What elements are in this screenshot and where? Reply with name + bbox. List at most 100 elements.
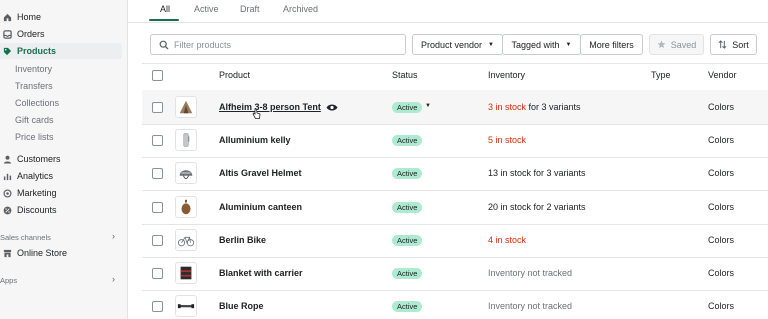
- target-icon: [2, 188, 12, 198]
- sidebar-item-home[interactable]: Home: [0, 9, 122, 25]
- row-checkbox[interactable]: [152, 268, 163, 279]
- inventory-cell: Inventory not tracked: [488, 301, 573, 311]
- orders-icon: [2, 29, 12, 39]
- product-thumbnail[interactable]: [175, 229, 197, 251]
- status-badge: Active: [392, 168, 423, 179]
- kelly-kettle-icon: [183, 133, 190, 147]
- status-badge: Active: [392, 102, 423, 113]
- status-badge: Active: [392, 268, 423, 279]
- table-divider: [142, 63, 768, 64]
- table-divider: [142, 157, 768, 158]
- saved-button[interactable]: Saved: [649, 34, 704, 55]
- tab-all[interactable]: All: [160, 4, 170, 14]
- dropdown-label: Tagged with: [511, 39, 560, 50]
- table-divider: [142, 224, 768, 225]
- status-badge: Active: [392, 235, 423, 246]
- vendor-cell: Colors: [708, 102, 735, 112]
- status-badge-label: Active: [397, 136, 418, 145]
- search-input[interactable]: [174, 39, 394, 50]
- product-thumbnail[interactable]: [175, 162, 197, 184]
- row-checkbox[interactable]: [152, 301, 163, 312]
- sidebar-item-inventory[interactable]: Inventory: [15, 64, 52, 74]
- status-badge: Active: [392, 301, 423, 312]
- sidebar-item-label: Online Store: [17, 248, 68, 258]
- divider: [128, 22, 768, 23]
- product-name-link[interactable]: Alluminium kelly: [219, 135, 291, 145]
- blanket-icon: [180, 266, 192, 280]
- tagged-with-dropdown[interactable]: Tagged with ▼: [502, 34, 581, 55]
- sidebar-item-gift-cards[interactable]: Gift cards: [15, 115, 54, 125]
- sidebar-item-orders[interactable]: Orders: [0, 26, 122, 42]
- sort-button[interactable]: Sort: [710, 34, 757, 55]
- status-badge-label: Active: [397, 302, 418, 311]
- product-name-link[interactable]: Alfheim 3-8 person Tent: [219, 102, 321, 112]
- tab-active[interactable]: Active: [194, 4, 219, 14]
- sidebar-item-transfers[interactable]: Transfers: [15, 81, 53, 91]
- tab-draft[interactable]: Draft: [240, 4, 260, 14]
- vendor-cell: Colors: [708, 235, 735, 245]
- column-header-type[interactable]: Type: [651, 70, 671, 80]
- cursor-hand-icon: [252, 108, 261, 119]
- column-header-inventory[interactable]: Inventory: [488, 70, 525, 80]
- sidebar-item-marketing[interactable]: Marketing: [0, 185, 122, 201]
- row-checkbox[interactable]: [152, 168, 163, 179]
- status-caret-icon[interactable]: ▼: [425, 103, 431, 109]
- product-thumbnail[interactable]: [175, 196, 197, 218]
- product-name-link[interactable]: Berlin Bike: [219, 235, 266, 245]
- sidebar-item-collections[interactable]: Collections: [15, 98, 59, 108]
- select-all-checkbox[interactable]: [152, 70, 163, 81]
- product-name-link[interactable]: Blue Rope: [219, 301, 264, 311]
- row-checkbox[interactable]: [152, 235, 163, 246]
- store-icon: [2, 248, 12, 258]
- sidebar-item-label: Analytics: [17, 171, 54, 181]
- product-name-link[interactable]: Aluminium canteen: [219, 202, 302, 212]
- eye-icon[interactable]: [326, 103, 338, 112]
- inventory-cell: 13 in stock for 3 variants: [488, 168, 586, 178]
- inventory-detail: for 3 variants: [526, 102, 581, 112]
- sidebar-item-customers[interactable]: Customers: [0, 151, 122, 167]
- table-divider: [142, 257, 768, 258]
- status-badge: Active: [392, 202, 423, 213]
- rope-icon: [177, 304, 195, 309]
- inventory-critical: 5 in stock: [488, 135, 527, 145]
- product-thumbnail[interactable]: [175, 295, 197, 317]
- row-checkbox[interactable]: [152, 202, 163, 213]
- tab-selected-indicator: [149, 19, 179, 21]
- sort-icon: [718, 40, 727, 49]
- vendor-cell: Colors: [708, 301, 735, 311]
- sidebar-item-discounts[interactable]: Discounts: [0, 202, 122, 218]
- product-vendor-dropdown[interactable]: Product vendor ▼: [412, 34, 503, 55]
- sidebar-item-label: Customers: [17, 154, 61, 164]
- search-icon: [159, 40, 169, 49]
- canteen-icon: [181, 199, 191, 215]
- sidebar-item-products[interactable]: Products: [0, 43, 122, 59]
- product-thumbnail[interactable]: [175, 262, 197, 284]
- column-header-product[interactable]: Product: [219, 70, 250, 80]
- sidebar-item-label: Marketing: [17, 188, 57, 198]
- sidebar-item-online-store[interactable]: Online Store: [0, 245, 122, 261]
- helmet-icon: [179, 170, 193, 179]
- column-header-vendor[interactable]: Vendor: [708, 70, 737, 80]
- product-thumbnail[interactable]: [175, 96, 197, 118]
- inventory-critical: 3 in stock: [488, 102, 527, 112]
- chevron-right-icon[interactable]: ›: [112, 274, 115, 284]
- sidebar-item-analytics[interactable]: Analytics: [0, 168, 122, 184]
- sidebar-item-label: Discounts: [17, 205, 57, 215]
- product-thumbnail[interactable]: [175, 129, 197, 151]
- sidebar-item-price-lists[interactable]: Price lists: [15, 132, 54, 142]
- status-badge-label: Active: [397, 236, 418, 245]
- chevron-right-icon[interactable]: ›: [112, 231, 115, 241]
- inventory-cell: 5 in stock: [488, 135, 526, 145]
- product-name-link[interactable]: Altis Gravel Helmet: [219, 168, 302, 178]
- row-checkbox[interactable]: [152, 135, 163, 146]
- product-name-link[interactable]: Blanket with carrier: [219, 268, 303, 278]
- button-label: More filters: [589, 39, 634, 50]
- more-filters-button[interactable]: More filters: [580, 34, 643, 55]
- tab-archived[interactable]: Archived: [283, 4, 318, 14]
- search-field[interactable]: [150, 34, 406, 55]
- column-header-status[interactable]: Status: [392, 70, 418, 80]
- status-badge-label: Active: [397, 103, 418, 112]
- discount-icon: [2, 205, 12, 215]
- caret-down-icon: ▼: [488, 41, 494, 48]
- row-checkbox[interactable]: [152, 102, 163, 113]
